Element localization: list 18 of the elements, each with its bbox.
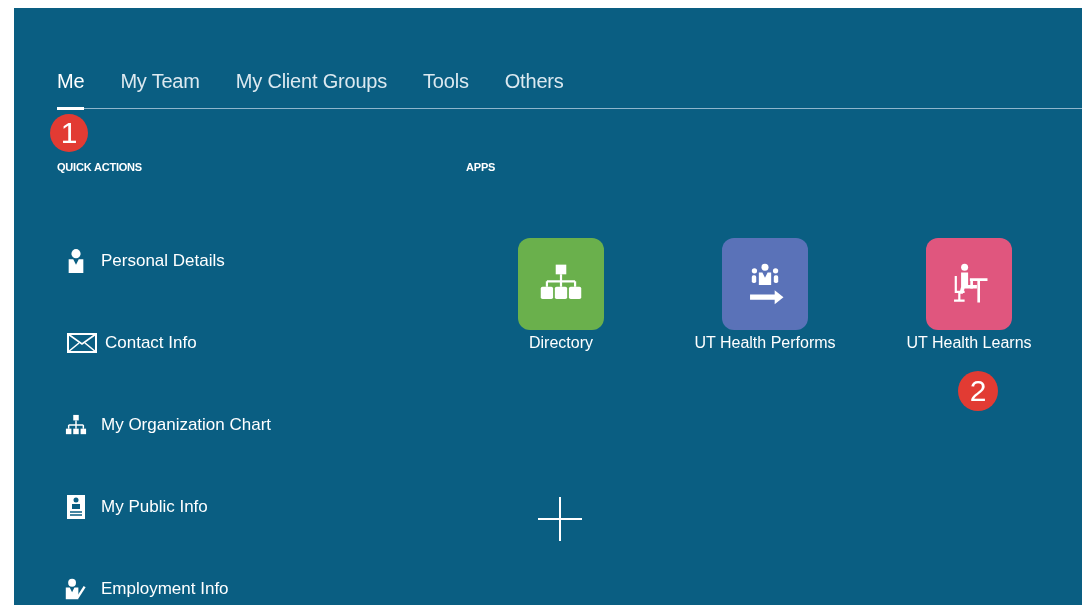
app-tile[interactable]: UT Health Learns bbox=[867, 238, 1071, 355]
nav-tab[interactable]: My Client Groups bbox=[235, 70, 388, 110]
section-heading: APPS bbox=[466, 161, 497, 173]
quick-action-link[interactable]: My Organization Chart bbox=[57, 410, 466, 440]
nav-tab[interactable]: My Team bbox=[120, 70, 200, 110]
quick-action-link[interactable]: My Public Info bbox=[57, 492, 466, 522]
nav-tab[interactable]: Others bbox=[504, 70, 564, 110]
nav-tab[interactable]: Me bbox=[57, 70, 85, 110]
callout-marker: 2 bbox=[958, 371, 998, 411]
envelope-icon bbox=[67, 333, 97, 353]
quick-action-link[interactable]: Employment Info bbox=[57, 574, 466, 604]
add-icon[interactable] bbox=[538, 497, 582, 541]
app-tile[interactable]: UT Health Performs bbox=[663, 238, 867, 355]
section-heading: QUICK ACTIONS bbox=[57, 161, 143, 173]
callout-marker: 1 bbox=[50, 114, 88, 152]
id-card-icon bbox=[65, 494, 87, 520]
person-pencil-icon bbox=[65, 576, 87, 602]
nav-tab[interactable]: Tools bbox=[423, 70, 469, 110]
